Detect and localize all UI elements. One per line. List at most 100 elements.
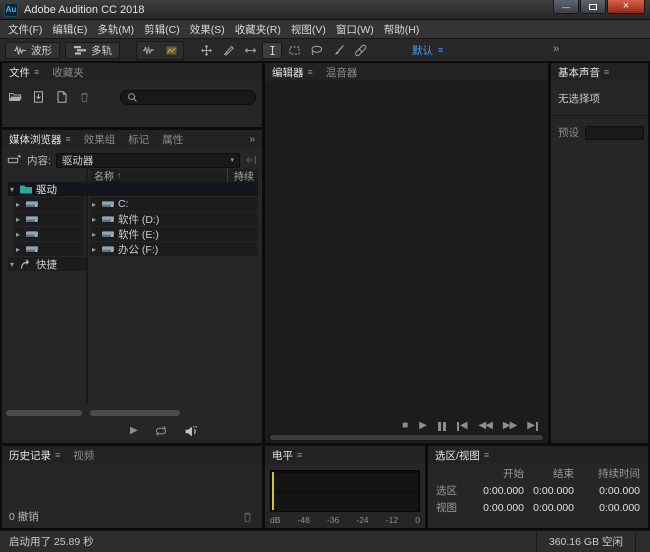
menu-clip[interactable]: 剪辑(C) [139,20,185,38]
duration-column-header[interactable]: 持续 [227,169,254,182]
chevron-collapsed-icon[interactable]: ▸ [14,200,22,209]
maximize-button[interactable] [580,0,606,14]
resize-grip[interactable] [636,531,650,552]
chevron-collapsed-icon[interactable]: ▸ [90,245,98,254]
menu-help[interactable]: 帮助(H) [379,20,425,38]
go-to-start-button[interactable]: ◀ [457,421,468,431]
rewind-button[interactable]: ◀◀ [479,421,492,431]
chevron-collapsed-icon[interactable]: ▸ [14,230,22,239]
preset-dropdown[interactable] [585,126,644,140]
menu-edit[interactable]: 编辑(E) [47,20,92,38]
loop-playback-button[interactable] [154,425,168,437]
tree-drive-item[interactable]: ▸ [14,227,84,241]
clear-history-button[interactable] [240,511,255,523]
chevron-collapsed-icon[interactable]: ▸ [14,215,22,224]
panel-menu-icon[interactable]: ≡ [297,451,302,460]
view-duration-value[interactable]: 0:00.000 [574,501,640,516]
preview-play-button[interactable]: ▶ [130,426,138,436]
menu-file[interactable]: 文件(F) [3,20,47,38]
file-search-input[interactable] [142,92,249,103]
scrollbar-thumb[interactable] [270,435,543,440]
chevron-expanded-icon[interactable]: ▾ [8,185,16,194]
panel-menu-icon[interactable]: ≡ [604,68,609,77]
go-to-end-button[interactable]: ▶ [527,421,538,431]
healing-brush-tool-button[interactable] [350,42,370,59]
panel-menu-icon[interactable]: ≡ [34,68,39,77]
tab-files[interactable]: 文件 ≡ [9,65,39,80]
paintbrush-tool-button[interactable] [328,42,348,59]
selection-start-value[interactable]: 0:00.000 [464,484,524,499]
panel-menu-icon[interactable]: ≡ [66,135,71,144]
lasso-tool-button[interactable] [306,42,326,59]
chevron-collapsed-icon[interactable]: ▸ [90,200,98,209]
view-start-value[interactable]: 0:00.000 [464,501,524,516]
tab-history[interactable]: 历史记录 ≡ [9,448,60,463]
tab-properties[interactable]: 属性 [162,132,183,147]
panel-menu-icon[interactable]: ≡ [484,451,489,460]
view-end-value[interactable]: 0:00.000 [524,501,574,516]
stop-button[interactable]: ■ [402,421,408,431]
selection-end-value[interactable]: 0:00.000 [524,484,574,499]
editor-canvas[interactable]: ■ ▶ ◀ ◀◀ ▶▶ ▶ [265,81,548,443]
minimize-button[interactable]: — [553,0,579,14]
media-list-row[interactable]: ▸ 办公 (F:) [90,242,258,256]
horizontal-scrollbar[interactable] [6,410,82,416]
shortcuts-root-row[interactable]: ▾ 快捷 [8,257,86,271]
tab-editor[interactable]: 编辑器 ≡ [272,65,313,80]
tab-favorites[interactable]: 收藏夹 [52,65,84,80]
delete-file-button[interactable] [77,91,92,103]
pause-button[interactable] [438,422,446,431]
tab-overflow-icon[interactable]: » [249,134,255,145]
open-file-button[interactable] [8,91,23,103]
fast-forward-button[interactable]: ▶▶ [503,421,516,431]
dock-panel-button[interactable] [245,154,257,166]
time-selection-tool-button[interactable] [262,42,282,59]
tab-mixer[interactable]: 混音器 [326,65,358,80]
chevron-expanded-icon[interactable]: ▾ [8,260,16,269]
tab-media-browser[interactable]: 媒体浏览器 ≡ [9,132,71,147]
workspace-selector[interactable]: 默认 ≡ [412,43,443,58]
multitrack-view-button[interactable]: 多轨 [65,42,120,59]
waveform-display-button[interactable] [137,42,160,59]
spectral-display-button[interactable] [160,42,183,59]
tab-video[interactable]: 视频 [73,448,94,463]
tab-effects-rack[interactable]: 效果组 [84,132,116,147]
media-list-row[interactable]: ▸ C: [90,197,258,211]
close-button[interactable]: × [607,0,645,14]
media-list-row[interactable]: ▸ 软件 (D:) [90,212,258,226]
chevron-collapsed-icon[interactable]: ▸ [90,230,98,239]
menu-favorites[interactable]: 收藏夹(R) [230,20,286,38]
tab-markers[interactable]: 标记 [128,132,149,147]
editor-horizontal-scrollbar[interactable] [268,434,545,441]
pane-divider[interactable] [86,169,88,405]
panel-menu-icon[interactable]: ≡ [308,68,313,77]
import-file-button[interactable] [31,91,46,103]
chevron-collapsed-icon[interactable]: ▸ [14,245,22,254]
tree-drive-item[interactable]: ▸ [14,212,84,226]
panel-menu-icon[interactable]: ≡ [55,451,60,460]
content-dropdown[interactable]: 驱动器 ▾ [56,153,240,168]
waveform-view-button[interactable]: 波形 [5,42,60,59]
tree-drive-item[interactable]: ▸ [14,197,84,211]
horizontal-scrollbar[interactable] [90,410,180,416]
tab-essential-sound[interactable]: 基本声音 ≡ [558,65,609,80]
media-list-row[interactable]: ▸ 软件 (E:) [90,227,258,241]
menu-window[interactable]: 窗口(W) [331,20,379,38]
tab-selection-view[interactable]: 选区/视图 ≡ [435,448,489,463]
menu-view[interactable]: 视图(V) [286,20,331,38]
auto-play-button[interactable] [184,425,199,438]
menu-multitrack[interactable]: 多轨(M) [92,20,139,38]
play-button[interactable]: ▶ [419,421,427,431]
workspace-overflow-icon[interactable]: » [553,43,559,55]
selection-duration-value[interactable]: 0:00.000 [574,484,640,499]
marquee-tool-button[interactable] [284,42,304,59]
move-tool-button[interactable] [196,42,216,59]
menu-effects[interactable]: 效果(S) [185,20,230,38]
razor-tool-button[interactable] [218,42,238,59]
file-search-box[interactable] [120,90,256,105]
add-shortcut-button[interactable] [7,154,22,166]
slip-tool-button[interactable] [240,42,260,59]
name-column-header[interactable]: 名称 [94,168,114,183]
chevron-collapsed-icon[interactable]: ▸ [90,215,98,224]
tree-drive-item[interactable]: ▸ [14,242,84,256]
